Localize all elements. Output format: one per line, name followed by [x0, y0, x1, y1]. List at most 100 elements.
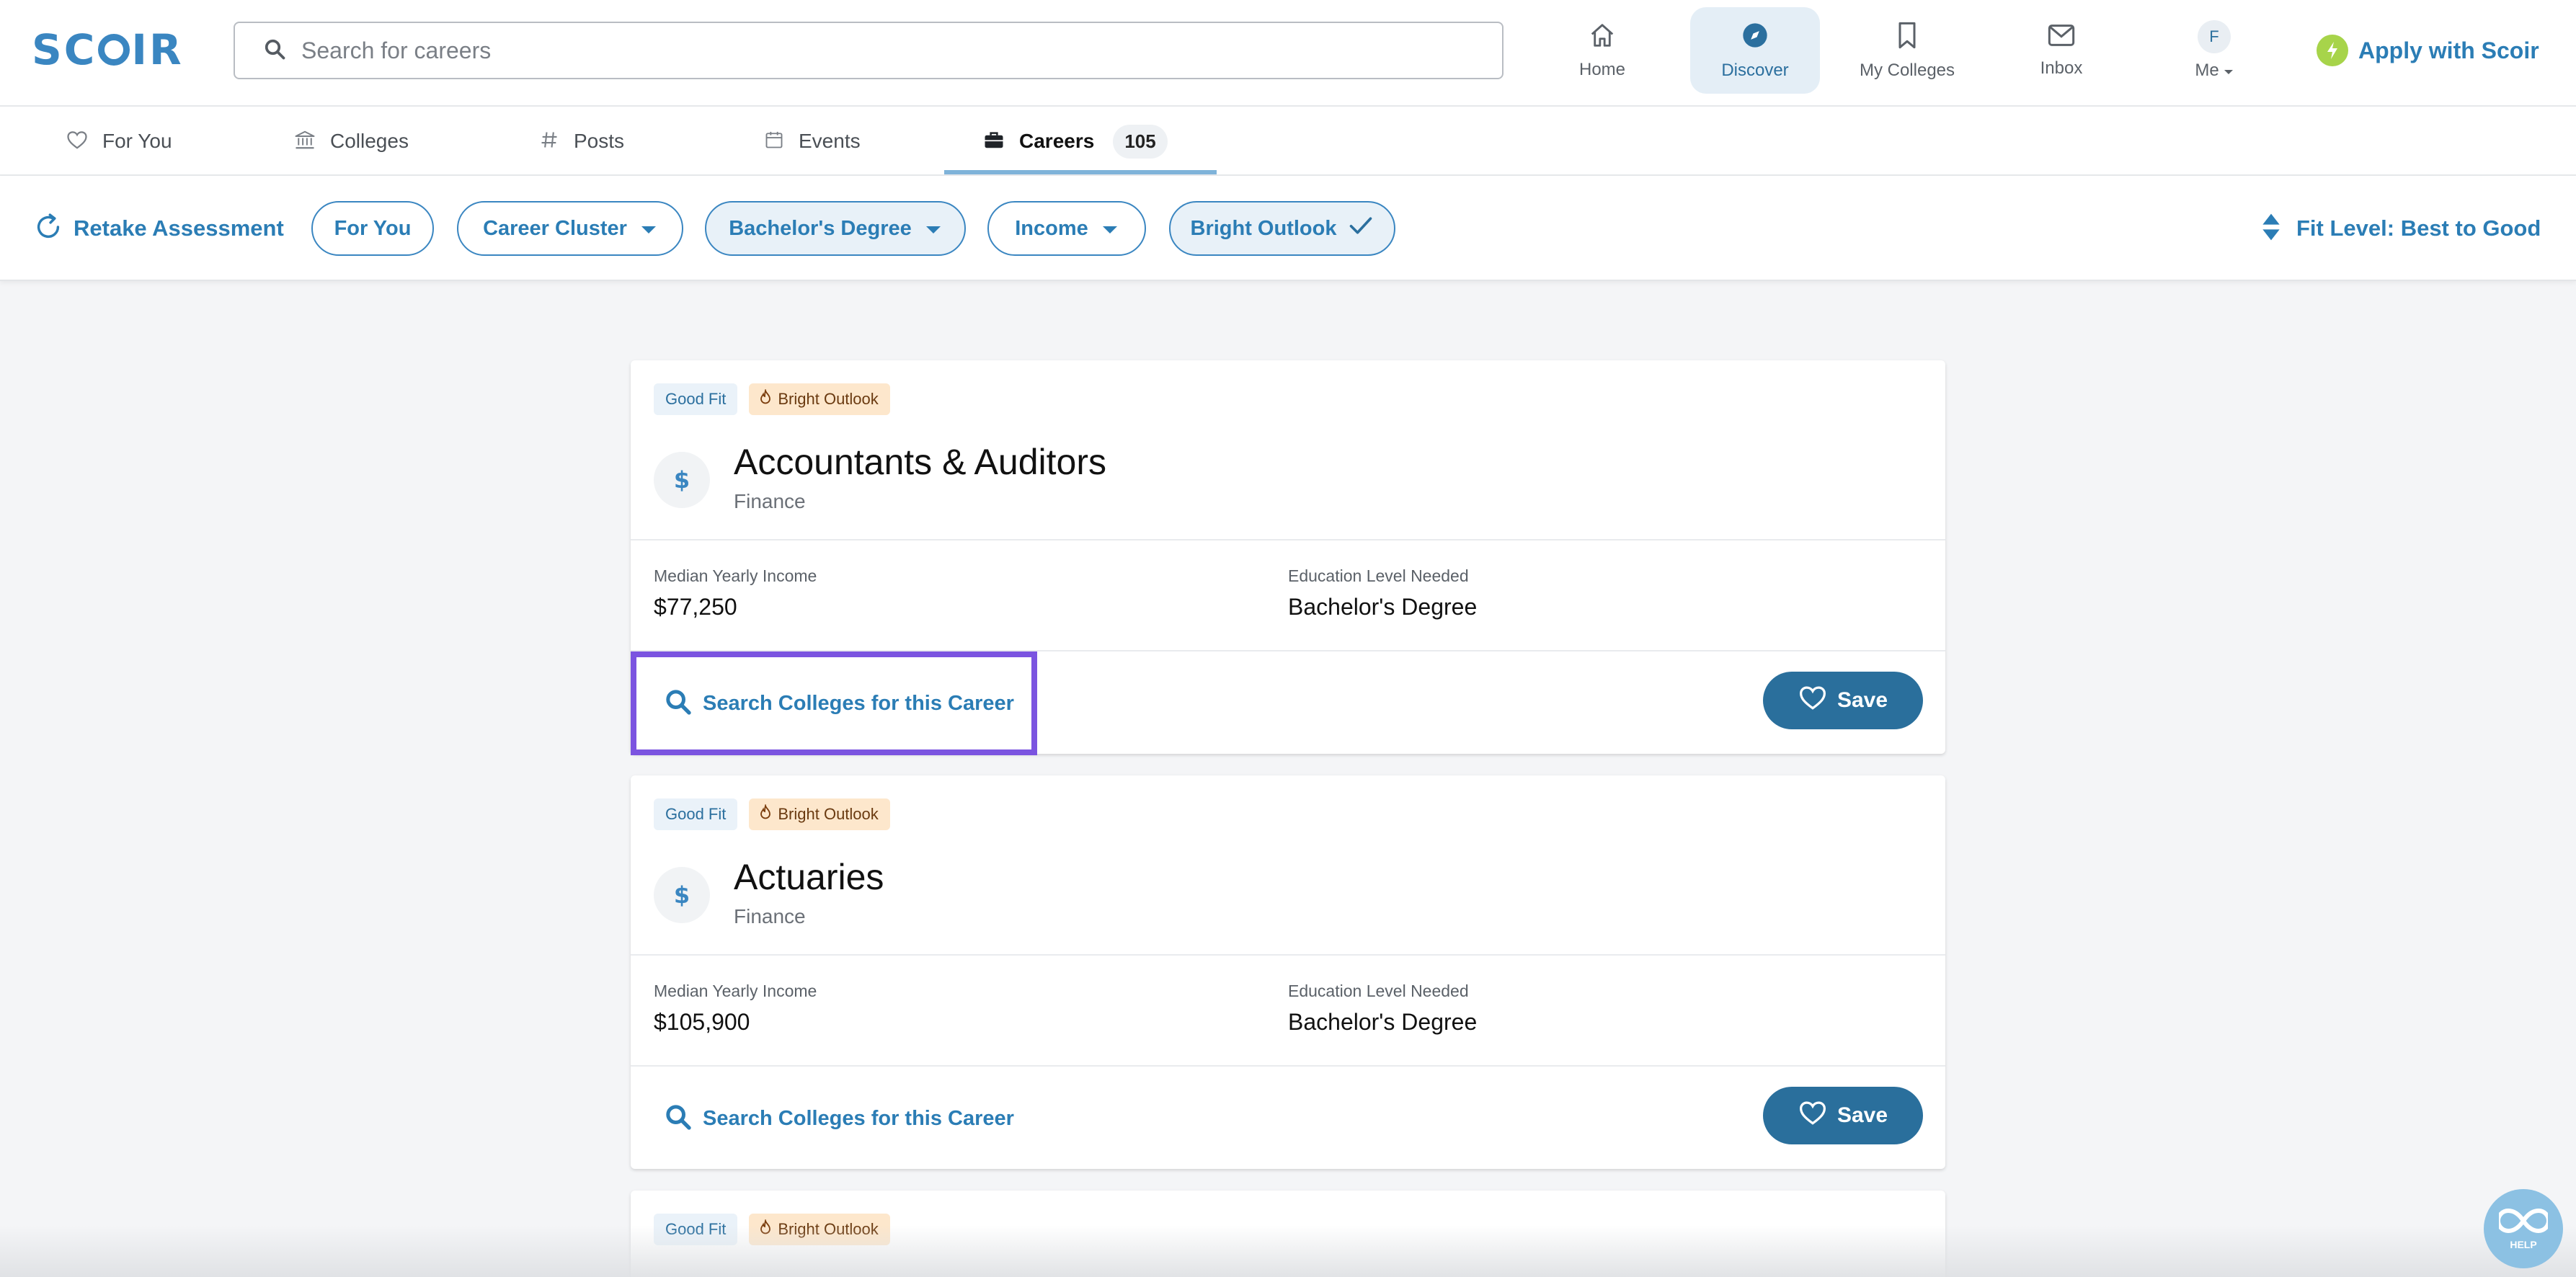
bright-outlook-badge: Bright Outlook — [749, 383, 890, 415]
scoir-logo[interactable]: SCIR — [32, 25, 184, 74]
infinity-icon — [2496, 1208, 2551, 1237]
nav-me-menu[interactable]: F Me — [2169, 7, 2259, 94]
divider — [631, 539, 1945, 540]
search-input[interactable] — [301, 37, 1454, 64]
nav-my-colleges[interactable]: My Colleges — [1845, 7, 1969, 94]
nav-home[interactable]: Home — [1535, 7, 1669, 94]
dollar-icon: $ — [654, 867, 710, 923]
career-cluster: Finance — [734, 905, 806, 927]
heart-outline-icon — [1798, 1100, 1827, 1131]
filter-chip-bachelors-degree-label: Bachelor's Degree — [729, 216, 912, 240]
education-level-value: Bachelor's Degree — [1288, 594, 1478, 620]
education-level-value: Bachelor's Degree — [1288, 1009, 1478, 1035]
retake-assessment-button[interactable]: Retake Assessment — [32, 210, 284, 247]
filter-chip-income[interactable]: Income — [987, 201, 1146, 256]
tab-posts-label: Posts — [574, 130, 625, 152]
sort-fit-level-label: Fit Level: Best to Good — [2296, 215, 2541, 241]
nav-me-label: Me — [2195, 61, 2219, 80]
career-title[interactable]: Accountants & Auditors — [734, 441, 1106, 483]
save-button[interactable]: Save — [1763, 1087, 1923, 1144]
tab-colleges[interactable]: Colleges — [294, 107, 409, 176]
nav-inbox[interactable]: Inbox — [2011, 7, 2112, 94]
sort-icon — [2260, 213, 2282, 245]
calendar-icon — [764, 130, 784, 153]
tab-colleges-label: Colleges — [330, 130, 409, 152]
tab-events[interactable]: Events — [764, 107, 861, 176]
apply-with-scoir-button[interactable]: Apply with Scoir — [2317, 32, 2539, 69]
retake-assessment-label: Retake Assessment — [74, 215, 284, 241]
career-cluster: Finance — [734, 490, 806, 512]
search-colleges-label: Search Colleges for this Career — [703, 1106, 1014, 1130]
filter-chip-bright-outlook-label: Bright Outlook — [1190, 216, 1337, 240]
nav-discover-label: Discover — [1721, 60, 1789, 80]
caret-down-icon — [640, 217, 657, 241]
education-level-label: Education Level Needed — [1288, 982, 1469, 1000]
filter-chip-income-label: Income — [1015, 216, 1088, 240]
tab-for-you-label: For You — [102, 130, 172, 152]
tab-for-you[interactable]: For You — [66, 107, 172, 176]
compass-icon — [1741, 21, 1769, 53]
caret-down-icon — [2224, 61, 2234, 81]
nav-discover[interactable]: Discover — [1690, 7, 1820, 94]
filter-chip-for-you-label: For You — [334, 216, 412, 240]
help-button[interactable]: HELP — [2484, 1189, 2563, 1268]
career-tags: Good Fit Bright Outlook — [654, 383, 890, 415]
fit-badge: Good Fit — [654, 798, 738, 830]
heart-outline-icon — [1798, 685, 1827, 716]
career-card[interactable]: Good Fit Bright Outlook $ Actuaries Fina… — [631, 775, 1945, 1169]
caret-down-icon — [925, 217, 942, 241]
careers-count-badge: 105 — [1113, 124, 1168, 159]
sort-fit-level-button[interactable]: Fit Level: Best to Good — [2260, 208, 2541, 249]
institution-icon — [294, 130, 316, 153]
median-income-value: $77,250 — [654, 594, 737, 620]
flame-icon — [759, 803, 772, 824]
active-tab-indicator — [944, 170, 1217, 174]
search-icon — [264, 38, 285, 63]
nav-me-label-wrap: Me — [2195, 61, 2233, 81]
median-income-label: Median Yearly Income — [654, 982, 817, 1000]
search-icon — [664, 1103, 693, 1135]
divider — [631, 954, 1945, 956]
nav-inbox-label: Inbox — [2040, 58, 2083, 78]
search-colleges-for-career-link[interactable]: Search Colleges for this Career — [631, 651, 1037, 755]
fit-badge: Good Fit — [654, 383, 738, 415]
heart-outline-icon — [66, 130, 88, 153]
avatar: F — [2198, 20, 2231, 53]
bright-outlook-badge: Bright Outlook — [749, 798, 890, 830]
filter-chip-for-you[interactable]: For You — [311, 201, 434, 256]
search-colleges-label: Search Colleges for this Career — [703, 691, 1014, 715]
bright-outlook-label: Bright Outlook — [778, 390, 879, 408]
career-card[interactable]: Good Fit Bright Outlook $ Accountants & … — [631, 360, 1945, 755]
bright-outlook-label: Bright Outlook — [778, 805, 879, 823]
search-icon — [664, 688, 693, 720]
tab-events-label: Events — [799, 130, 861, 152]
tab-posts[interactable]: Posts — [539, 107, 624, 176]
help-label: HELP — [2510, 1238, 2537, 1250]
filter-chip-bachelors-degree[interactable]: Bachelor's Degree — [705, 201, 966, 256]
career-search-box[interactable] — [234, 22, 1504, 79]
checkmark-icon — [1348, 215, 1374, 242]
caret-down-icon — [1101, 217, 1119, 241]
save-label: Save — [1836, 688, 1888, 712]
tab-careers-label: Careers — [1019, 130, 1095, 152]
dollar-icon: $ — [654, 452, 710, 508]
save-label: Save — [1836, 1103, 1888, 1127]
hash-icon — [539, 130, 559, 153]
tab-careers[interactable]: Careers 105 — [983, 107, 1168, 176]
refresh-icon — [32, 210, 65, 247]
bookmark-icon — [1895, 21, 1919, 53]
save-button[interactable]: Save — [1763, 672, 1923, 729]
filter-chip-bright-outlook[interactable]: Bright Outlook — [1169, 201, 1395, 256]
scroll-fade — [0, 1225, 2576, 1277]
lightning-bolt-icon — [2317, 35, 2348, 66]
envelope-icon — [2047, 23, 2076, 51]
career-title[interactable]: Actuaries — [734, 856, 884, 898]
education-level-label: Education Level Needed — [1288, 566, 1469, 585]
nav-my-colleges-label: My Colleges — [1859, 60, 1955, 80]
filter-bar: Retake Assessment For You Career Cluster… — [0, 176, 2576, 281]
search-colleges-for-career-link[interactable]: Search Colleges for this Career — [631, 1067, 1037, 1170]
filter-chip-career-cluster[interactable]: Career Cluster — [457, 201, 683, 256]
home-icon — [1588, 22, 1617, 53]
flame-icon — [759, 388, 772, 409]
top-navigation-bar: SCIR Home Discover My Colleges Inbox F — [0, 0, 2576, 107]
